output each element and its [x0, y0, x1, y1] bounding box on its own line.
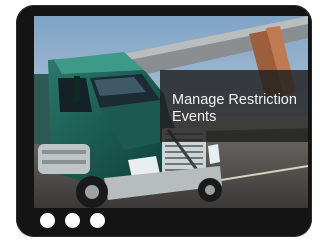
pager-dot-3[interactable]	[90, 212, 105, 228]
slide-caption: Manage Restriction Events	[172, 92, 297, 125]
pager-dot-1[interactable]	[40, 212, 55, 228]
carousel-pager	[40, 210, 105, 230]
pager-dot-2[interactable]	[65, 212, 80, 228]
